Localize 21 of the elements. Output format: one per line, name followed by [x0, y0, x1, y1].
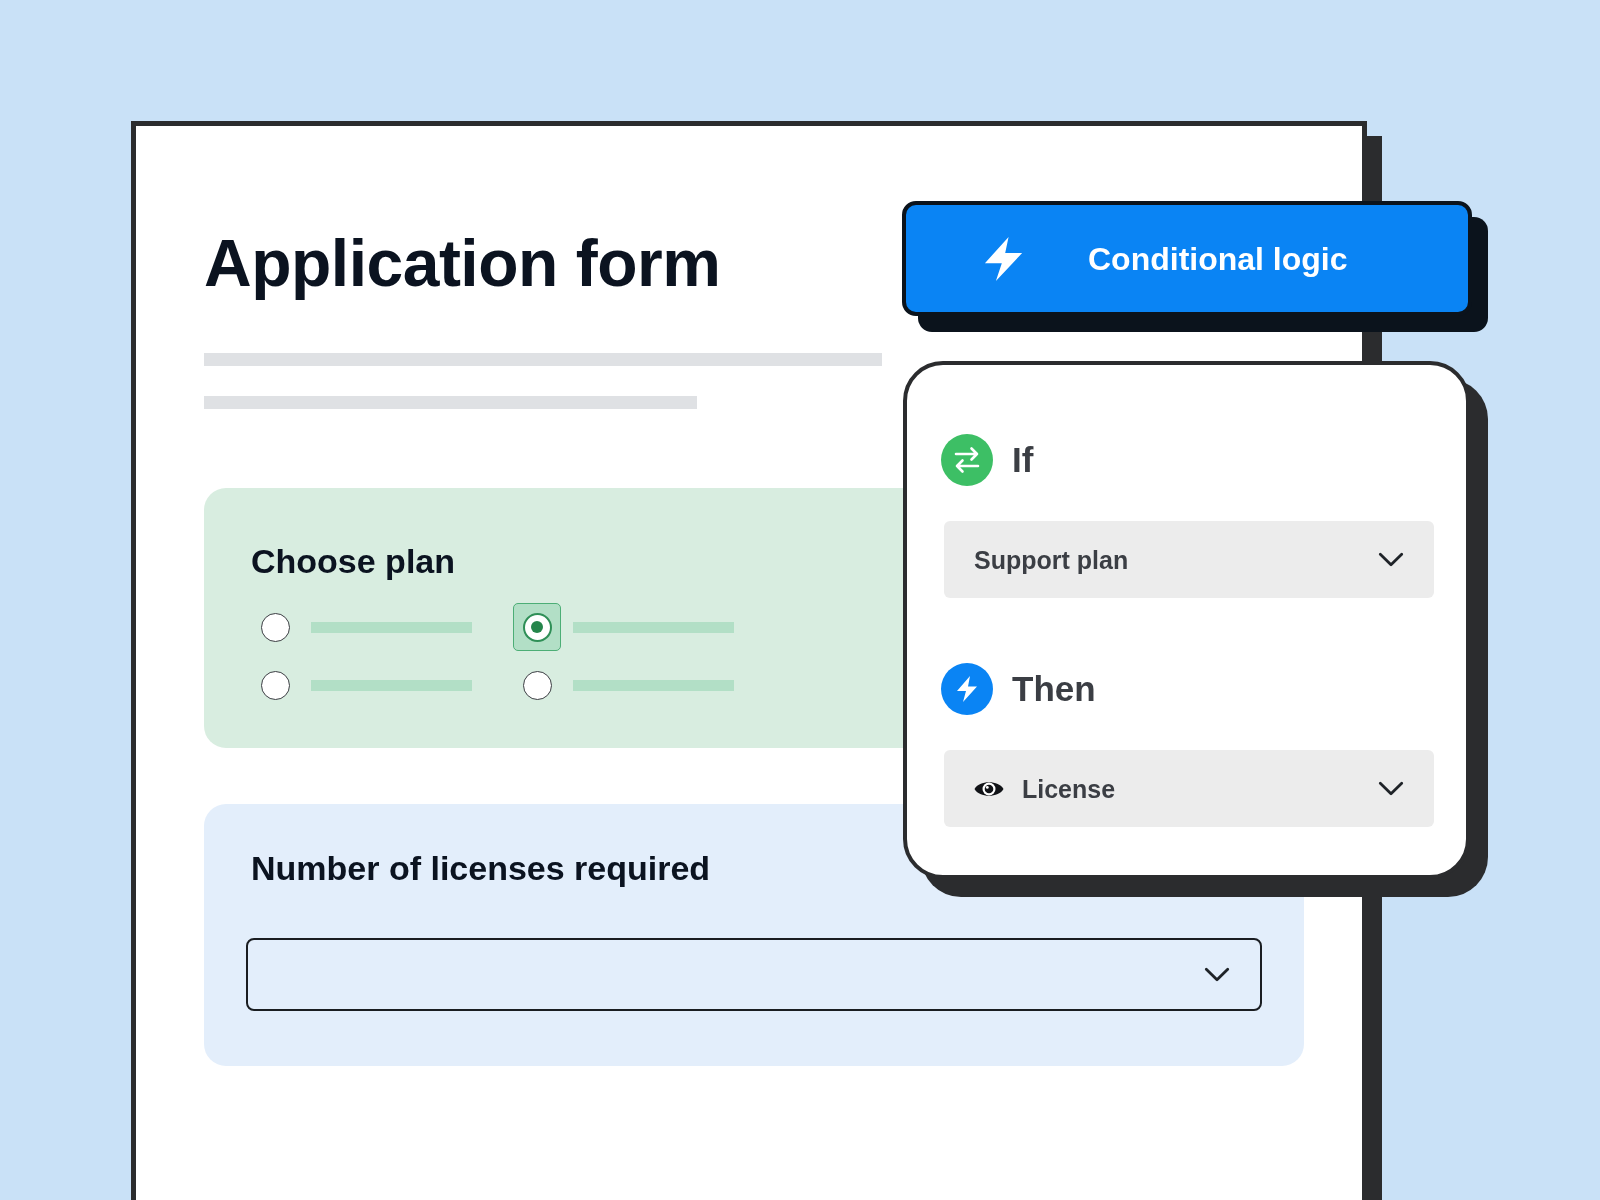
dropdown-value: License	[1022, 773, 1117, 805]
dropdown-field[interactable]: Support plan	[944, 521, 1434, 598]
radio-button[interactable]	[522, 670, 552, 700]
lightning-bolt-icon	[941, 663, 993, 715]
swap-arrows-icon	[941, 434, 993, 486]
field-label: Choose plan	[251, 541, 456, 581]
lightning-bolt-icon	[983, 236, 1024, 281]
radio-button[interactable]	[260, 612, 290, 642]
chevron-down-icon	[1378, 552, 1404, 567]
form-title: Application form	[204, 225, 721, 302]
rule-label: Then	[1012, 668, 1096, 710]
field-label: Number of licenses required	[251, 848, 711, 888]
select-field[interactable]	[246, 938, 1262, 1011]
radio-button[interactable]	[522, 612, 552, 642]
rule-label: If	[1012, 439, 1034, 481]
dropdown-value: Support plan	[974, 544, 1130, 576]
chevron-down-icon	[1378, 781, 1404, 796]
dropdown-field[interactable]: License	[944, 750, 1434, 827]
radio-button[interactable]	[260, 670, 290, 700]
chevron-down-icon	[1204, 967, 1230, 982]
panel-title: Conditional logic	[1088, 239, 1348, 279]
